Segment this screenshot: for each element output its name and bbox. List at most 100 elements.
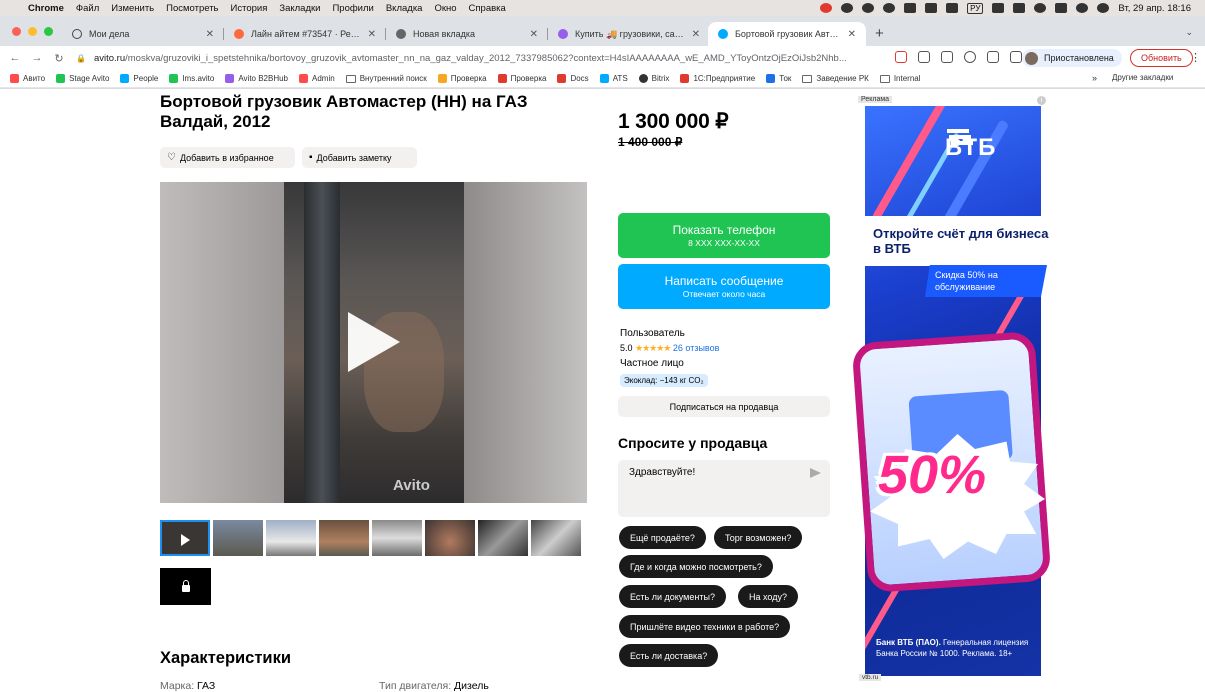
site-info-icon[interactable]: 🔒 <box>76 54 86 63</box>
quick-question-chip[interactable]: Ещё продаёте? <box>619 526 706 549</box>
quick-question-chip[interactable]: Торг возможен? <box>714 526 803 549</box>
tab-line-item[interactable]: Лайн айтем #73547 · Редакти ✕ <box>224 22 386 46</box>
more-menu-icon[interactable]: ⋮ <box>1190 51 1201 64</box>
ask-seller-input[interactable]: Здравствуйте! <box>618 460 830 517</box>
close-tab-icon[interactable]: ✕ <box>848 29 856 40</box>
thumbnail-photo[interactable] <box>266 520 316 556</box>
share-icon[interactable] <box>918 51 930 63</box>
menu-app-name[interactable]: Chrome <box>28 3 73 14</box>
bookmark-item[interactable]: Internal <box>879 74 921 83</box>
media-gallery[interactable]: Avito <box>160 182 587 503</box>
close-tab-icon[interactable]: ✕ <box>692 29 700 40</box>
ad-prev-arrow-icon[interactable]: ‹ <box>851 480 855 494</box>
close-tab-icon[interactable]: ✕ <box>368 29 376 40</box>
bookmark-item[interactable]: Проверка <box>497 74 546 83</box>
back-arrow-icon[interactable]: ← <box>4 52 26 64</box>
bookmark-item[interactable]: Внутренний поиск <box>345 74 427 83</box>
quick-question-chip[interactable]: На ходу? <box>738 585 798 608</box>
menu-view[interactable]: Посмотреть <box>166 3 227 14</box>
control-center-icon[interactable] <box>1055 3 1068 13</box>
sync-icon[interactable] <box>862 3 875 13</box>
close-window-button[interactable] <box>12 27 21 36</box>
quick-question-chip[interactable]: Есть ли документы? <box>619 585 726 608</box>
record-icon[interactable] <box>820 3 833 13</box>
thumbnail-photo[interactable] <box>372 520 422 556</box>
thumbnail-photo[interactable] <box>319 520 369 556</box>
input-language[interactable]: РУ <box>967 2 984 14</box>
reload-icon[interactable]: ↻ <box>48 52 70 65</box>
url-text[interactable]: avito.ru/moskva/gruzoviki_i_spetstehnika… <box>94 53 847 64</box>
status-app-icon[interactable] <box>925 3 938 13</box>
update-button[interactable]: Обновить <box>1130 49 1193 67</box>
bookmark-item[interactable]: Admin <box>299 74 335 83</box>
bookmark-item[interactable]: Ток <box>766 74 791 83</box>
ad-info-icon[interactable]: i <box>1037 96 1046 105</box>
other-bookmarks[interactable]: Другие закладки <box>1112 73 1173 82</box>
add-note-button[interactable]: ▪ Добавить заметку <box>302 147 417 168</box>
forward-arrow-icon[interactable]: → <box>26 52 48 64</box>
status-app-icon[interactable] <box>946 3 959 13</box>
menu-tab[interactable]: Вкладка <box>386 3 432 14</box>
subscribe-seller-button[interactable]: Подписаться на продавца <box>618 396 830 417</box>
add-to-favorites-button[interactable]: ♡ Добавить в избранное <box>160 147 295 168</box>
bookmarks-overflow[interactable]: » <box>1092 73 1097 83</box>
status-app-icon[interactable] <box>883 3 896 13</box>
bookmark-star-icon[interactable] <box>941 51 953 63</box>
tab-my-tasks[interactable]: Мои дела ✕ <box>62 22 224 46</box>
tab-search-chevron-icon[interactable]: ⌄ <box>1185 27 1193 38</box>
tab-new-tab[interactable]: Новая вкладка ✕ <box>386 22 548 46</box>
ad-url[interactable]: vtb.ru <box>859 674 882 681</box>
reviews-link[interactable]: 26 отзывов <box>673 343 720 353</box>
thumbnail-photo[interactable] <box>213 520 263 556</box>
menu-edit[interactable]: Изменить <box>111 3 163 14</box>
bookmark-item[interactable]: Авито <box>10 74 45 83</box>
bookmark-item[interactable]: Ims.avito <box>169 74 214 83</box>
wifi-icon[interactable] <box>1034 3 1047 13</box>
bookmark-item[interactable]: Проверка <box>437 74 487 83</box>
battery-icon[interactable] <box>1013 3 1026 13</box>
blocked-popup-icon[interactable] <box>895 51 907 63</box>
bookmark-item[interactable]: 1С:Предприятие <box>680 74 755 83</box>
extensions-puzzle-icon[interactable] <box>987 51 999 63</box>
bookmark-item[interactable]: Docs <box>557 74 589 83</box>
minimize-window-button[interactable] <box>28 27 37 36</box>
close-tab-icon[interactable]: ✕ <box>206 29 214 40</box>
new-tab-button[interactable]: + <box>875 25 884 42</box>
menu-bookmarks[interactable]: Закладки <box>279 3 329 14</box>
profile-button[interactable]: Приостановлена <box>1022 49 1122 67</box>
address-bar[interactable]: 🔒 avito.ru/moskva/gruzoviki_i_spetstehni… <box>76 48 886 68</box>
bookmark-item[interactable]: People <box>120 74 158 83</box>
tab-listing-active[interactable]: Бортовой грузовик Автомастер ✕ <box>708 22 866 46</box>
bookmark-item[interactable]: Bitrix <box>638 74 669 83</box>
camera-icon[interactable] <box>904 3 917 13</box>
seller-name[interactable]: Пользователь <box>620 328 685 339</box>
menu-help[interactable]: Справка <box>469 3 515 14</box>
send-icon[interactable] <box>810 468 821 478</box>
thumbnail-photo[interactable] <box>531 520 581 556</box>
zoom-window-button[interactable] <box>44 27 53 36</box>
bluetooth-icon[interactable] <box>992 3 1005 13</box>
menu-file[interactable]: Файл <box>76 3 108 14</box>
bookmark-item[interactable]: ATS <box>599 74 628 83</box>
menu-history[interactable]: История <box>231 3 277 14</box>
side-panel-icon[interactable] <box>1010 51 1022 63</box>
close-tab-icon[interactable]: ✕ <box>530 29 538 40</box>
siri-icon[interactable] <box>1097 3 1110 13</box>
eco-badge[interactable]: Экоклад: −143 кг CO₂ <box>620 374 708 387</box>
thumbnail-photo[interactable] <box>425 520 475 556</box>
play-icon[interactable] <box>348 312 400 372</box>
bookmark-item[interactable]: Заведение РК <box>802 74 869 83</box>
show-phone-button[interactable]: Показать телефон 8 XXX XXX-XX-XX <box>618 213 830 258</box>
quick-question-chip[interactable]: Пришлёте видео техники в работе? <box>619 615 791 638</box>
extension-icon[interactable] <box>964 51 976 63</box>
thumbnail-photo[interactable] <box>478 520 528 556</box>
menu-profiles[interactable]: Профили <box>332 3 382 14</box>
quick-question-chip[interactable]: Где и когда можно посмотреть? <box>619 555 773 578</box>
clock[interactable]: Вт, 29 апр. 18:16 <box>1118 3 1191 14</box>
thumbnail-video[interactable] <box>160 520 210 556</box>
menu-window[interactable]: Окно <box>434 3 465 14</box>
spotlight-search-icon[interactable] <box>1076 3 1089 13</box>
locked-thumbnail[interactable] <box>160 568 211 605</box>
status-app-icon[interactable] <box>841 3 854 13</box>
write-message-button[interactable]: Написать сообщение Отвечает около часа <box>618 264 830 309</box>
